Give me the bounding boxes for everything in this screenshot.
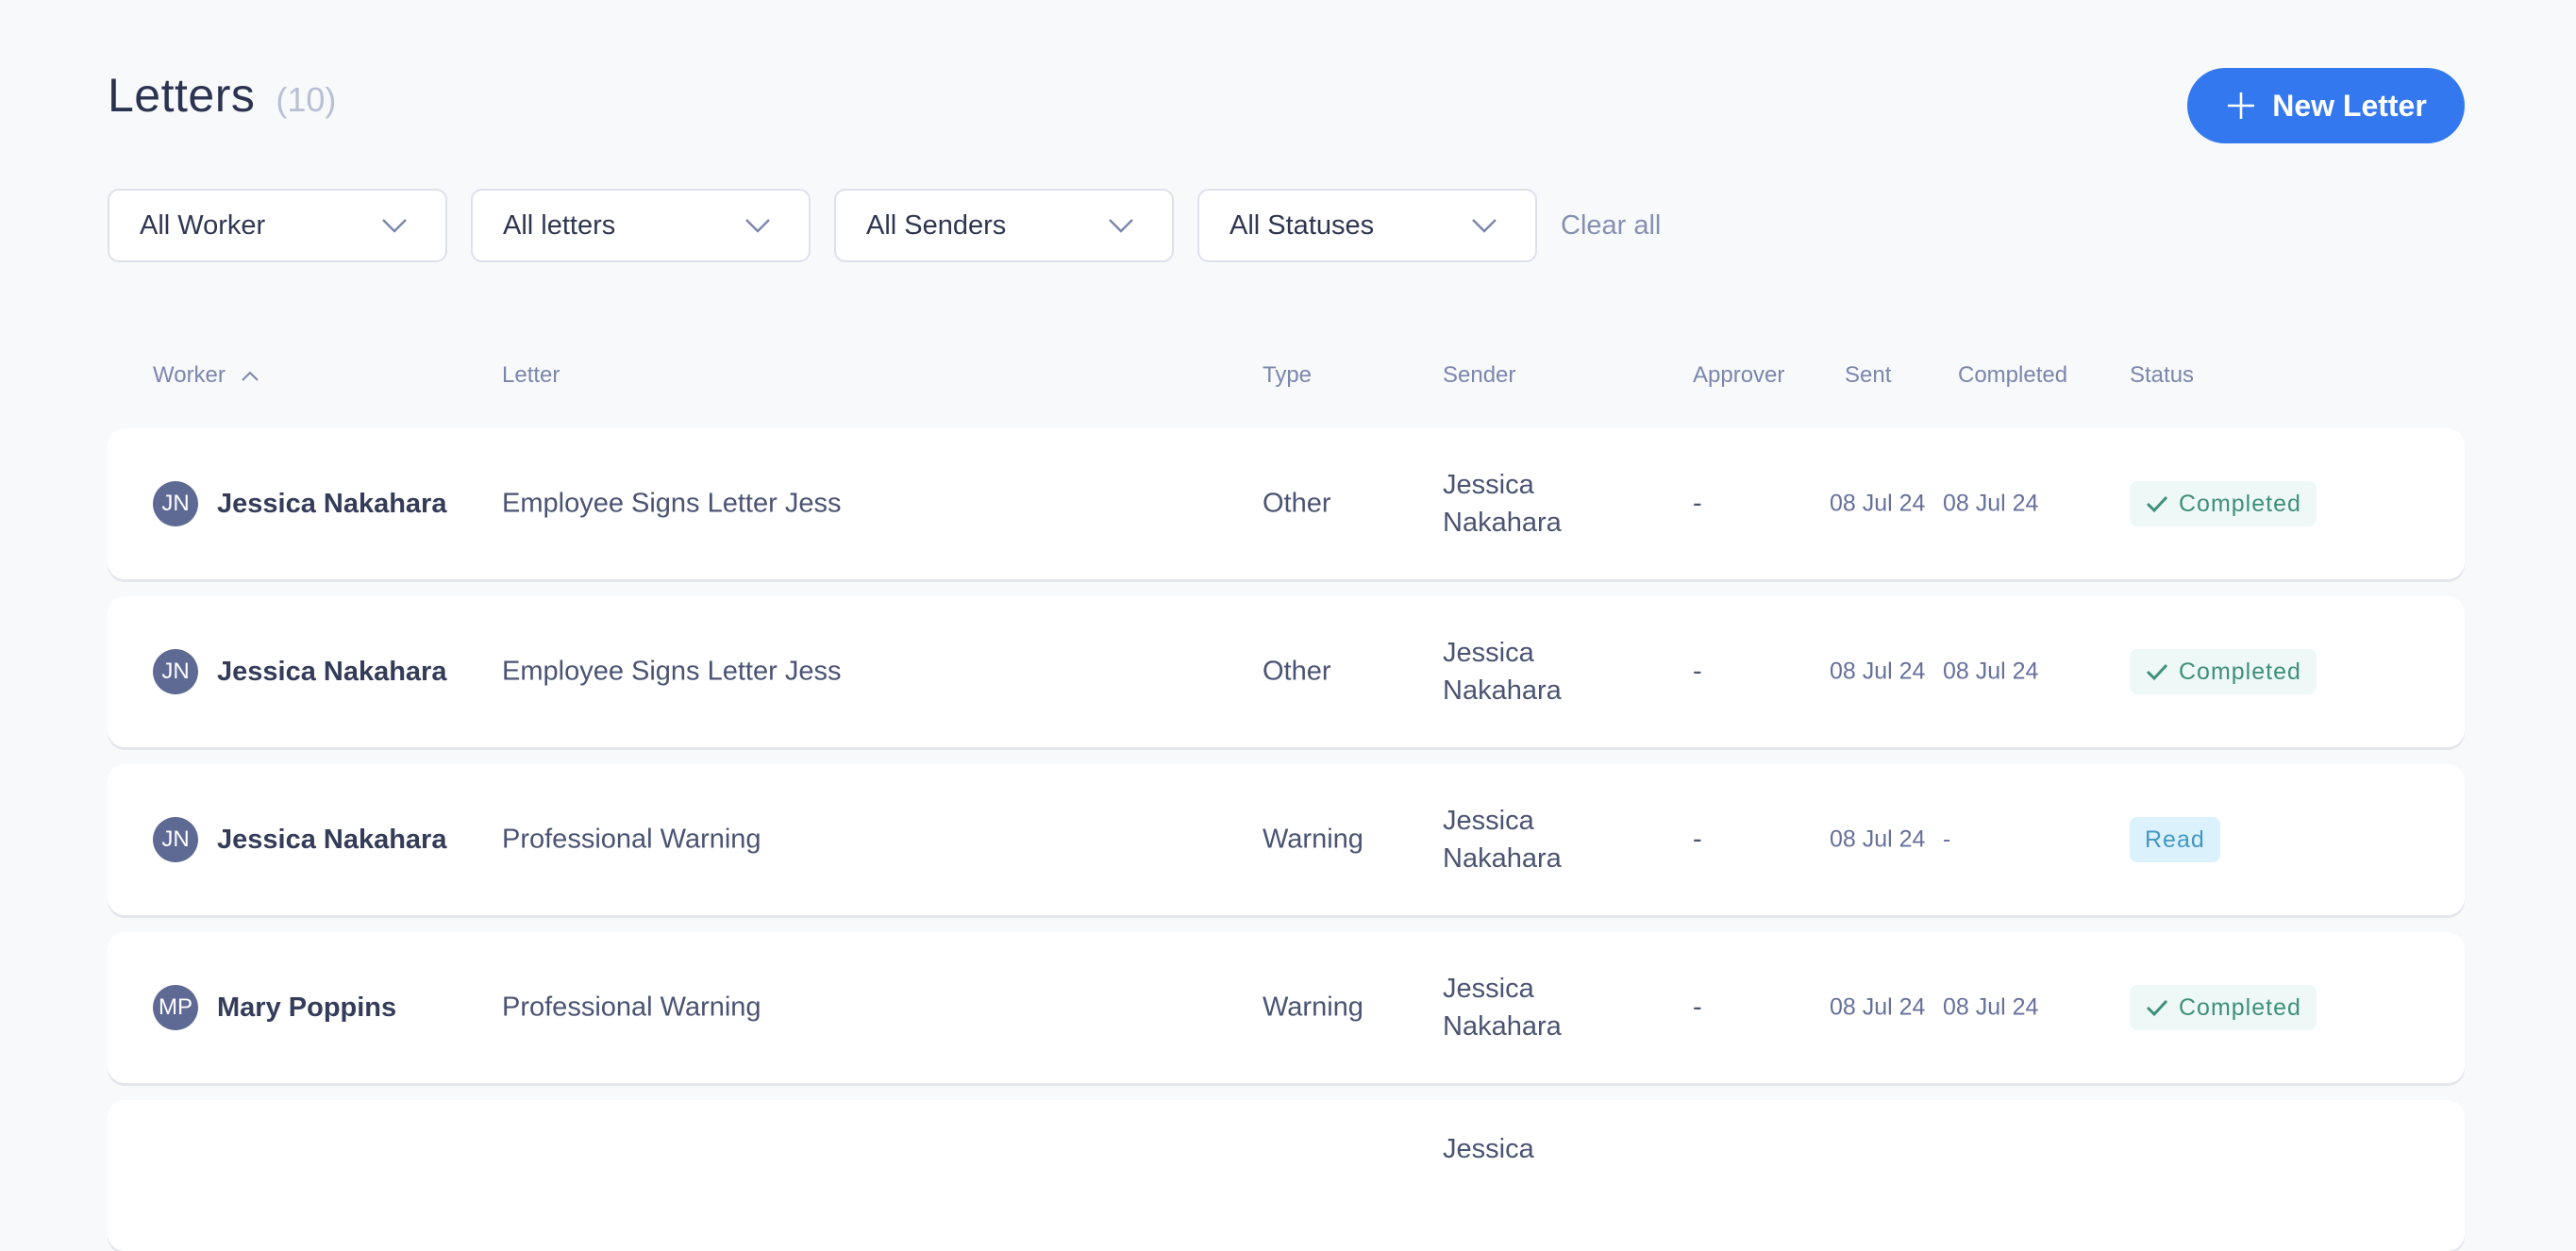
column-header-sender[interactable]: Sender [1443,362,1515,389]
senders-filter-dropdown[interactable]: All Senders [834,189,1174,262]
sent-date: 08 Jul 24 [1830,490,1926,517]
column-label: Worker [153,362,226,388]
column-header-type[interactable]: Type [1263,362,1312,389]
completed-date: 08 Jul 24 [1943,658,2039,685]
avatar: MP [153,985,198,1030]
sent-date: 08 Jul 24 [1830,658,1926,685]
approver-name: - [1693,992,1702,1023]
check-icon [2146,663,2168,681]
worker-filter-dropdown[interactable]: All Worker [108,189,447,262]
page-header: Letters (10) [108,68,336,123]
letter-type: Warning [1263,824,1363,855]
sender-name: Jessica Nakahara [1443,974,1562,1042]
table-header: Worker Letter Type Sender Approver Sent … [0,359,2576,396]
worker-name[interactable]: Mary Poppins [217,992,396,1024]
status-label: Completed [2179,993,2301,1021]
sender-name: Jessica Nakahara [1443,470,1562,538]
worker-cell: JN Jessica Nakahara [153,481,446,526]
new-letter-label: New Letter [2272,88,2427,123]
sender-name: Jessica Nakahara [1443,806,1562,874]
status-badge: Completed [2130,481,2317,526]
column-label: Completed [1958,362,2068,388]
column-header-status[interactable]: Status [2130,362,2194,389]
letter-name[interactable]: Professional Warning [502,992,761,1024]
table-row[interactable]: JN Jessica Nakahara Professional Warning… [108,764,2465,915]
column-header-completed[interactable]: Completed [1958,362,2067,389]
chevron-down-icon [1472,219,1497,233]
status-badge: Completed [2130,985,2317,1030]
completed-date: 08 Jul 24 [1943,993,2039,1021]
sent-date: 08 Jul 24 [1830,993,1926,1021]
column-header-approver[interactable]: Approver [1693,362,1784,389]
table-row[interactable]: JN Jessica Nakahara Employee Signs Lette… [108,596,2465,747]
status-badge: Completed [2130,649,2317,694]
letter-type: Other [1263,488,1331,519]
senders-filter-value: All Senders [866,209,1007,241]
plus-icon [2228,92,2255,119]
page-title: Letters [108,69,256,122]
chevron-down-icon [745,219,770,233]
worker-cell: MP Mary Poppins [153,985,396,1030]
letters-count: (10) [276,80,337,119]
worker-name[interactable]: Jessica Nakahara [217,825,446,856]
letter-name[interactable]: Professional Warning [502,825,761,856]
completed-date: 08 Jul 24 [1943,490,2039,517]
table-row-partial[interactable]: Jessica [108,1100,2465,1251]
column-header-worker[interactable]: Worker [153,362,259,389]
chevron-down-icon [1109,219,1133,233]
statuses-filter-dropdown[interactable]: All Statuses [1197,189,1537,262]
worker-cell: JN Jessica Nakahara [153,817,446,862]
column-label: Status [2130,362,2195,388]
column-label: Sender [1443,362,1516,388]
check-icon [2146,495,2168,513]
status-label: Read [2145,826,2205,853]
worker-name[interactable]: Jessica Nakahara [217,657,446,688]
letter-type: Other [1263,656,1331,687]
clear-all-link[interactable]: Clear all [1561,210,1661,242]
column-label: Approver [1693,362,1785,388]
approver-name: - [1693,824,1702,855]
table-row[interactable]: MP Mary Poppins Professional Warning War… [108,932,2465,1083]
completed-date: - [1943,826,1951,853]
column-label: Sent [1845,362,1892,388]
column-header-sent[interactable]: Sent [1845,362,1891,389]
sort-ascending-icon [242,371,259,381]
status-label: Completed [2179,490,2301,517]
avatar: JN [153,481,198,526]
check-icon [2146,999,2168,1017]
letter-name[interactable]: Employee Signs Letter Jess [502,657,841,688]
status-badge: Read [2130,817,2220,862]
letters-filter-dropdown[interactable]: All letters [471,189,811,262]
column-label: Letter [502,362,560,388]
worker-cell: JN Jessica Nakahara [153,649,446,694]
status-cell: Completed [2130,649,2317,694]
letters-filter-value: All letters [503,209,616,241]
filter-bar: All Worker All letters All Senders All S… [108,189,1661,262]
column-header-letter[interactable]: Letter [502,362,560,389]
worker-filter-value: All Worker [140,209,266,241]
sent-date: 08 Jul 24 [1830,826,1926,853]
sender-name: Jessica Nakahara [1443,638,1562,706]
new-letter-button[interactable]: New Letter [2187,68,2465,143]
avatar: JN [153,649,198,694]
approver-name: - [1693,488,1702,519]
statuses-filter-value: All Statuses [1229,209,1375,241]
status-label: Completed [2179,658,2301,685]
column-label: Type [1263,362,1313,388]
chevron-down-icon [382,219,407,233]
worker-name[interactable]: Jessica Nakahara [217,489,446,520]
sender-name: Jessica [1443,1134,1534,1164]
status-cell: Read [2130,817,2220,862]
letter-type: Warning [1263,992,1363,1023]
status-cell: Completed [2130,481,2317,526]
avatar: JN [153,817,198,862]
status-cell: Completed [2130,985,2317,1030]
table-row[interactable]: JN Jessica Nakahara Employee Signs Lette… [108,428,2465,579]
approver-name: - [1693,656,1702,687]
letter-name[interactable]: Employee Signs Letter Jess [502,489,841,520]
